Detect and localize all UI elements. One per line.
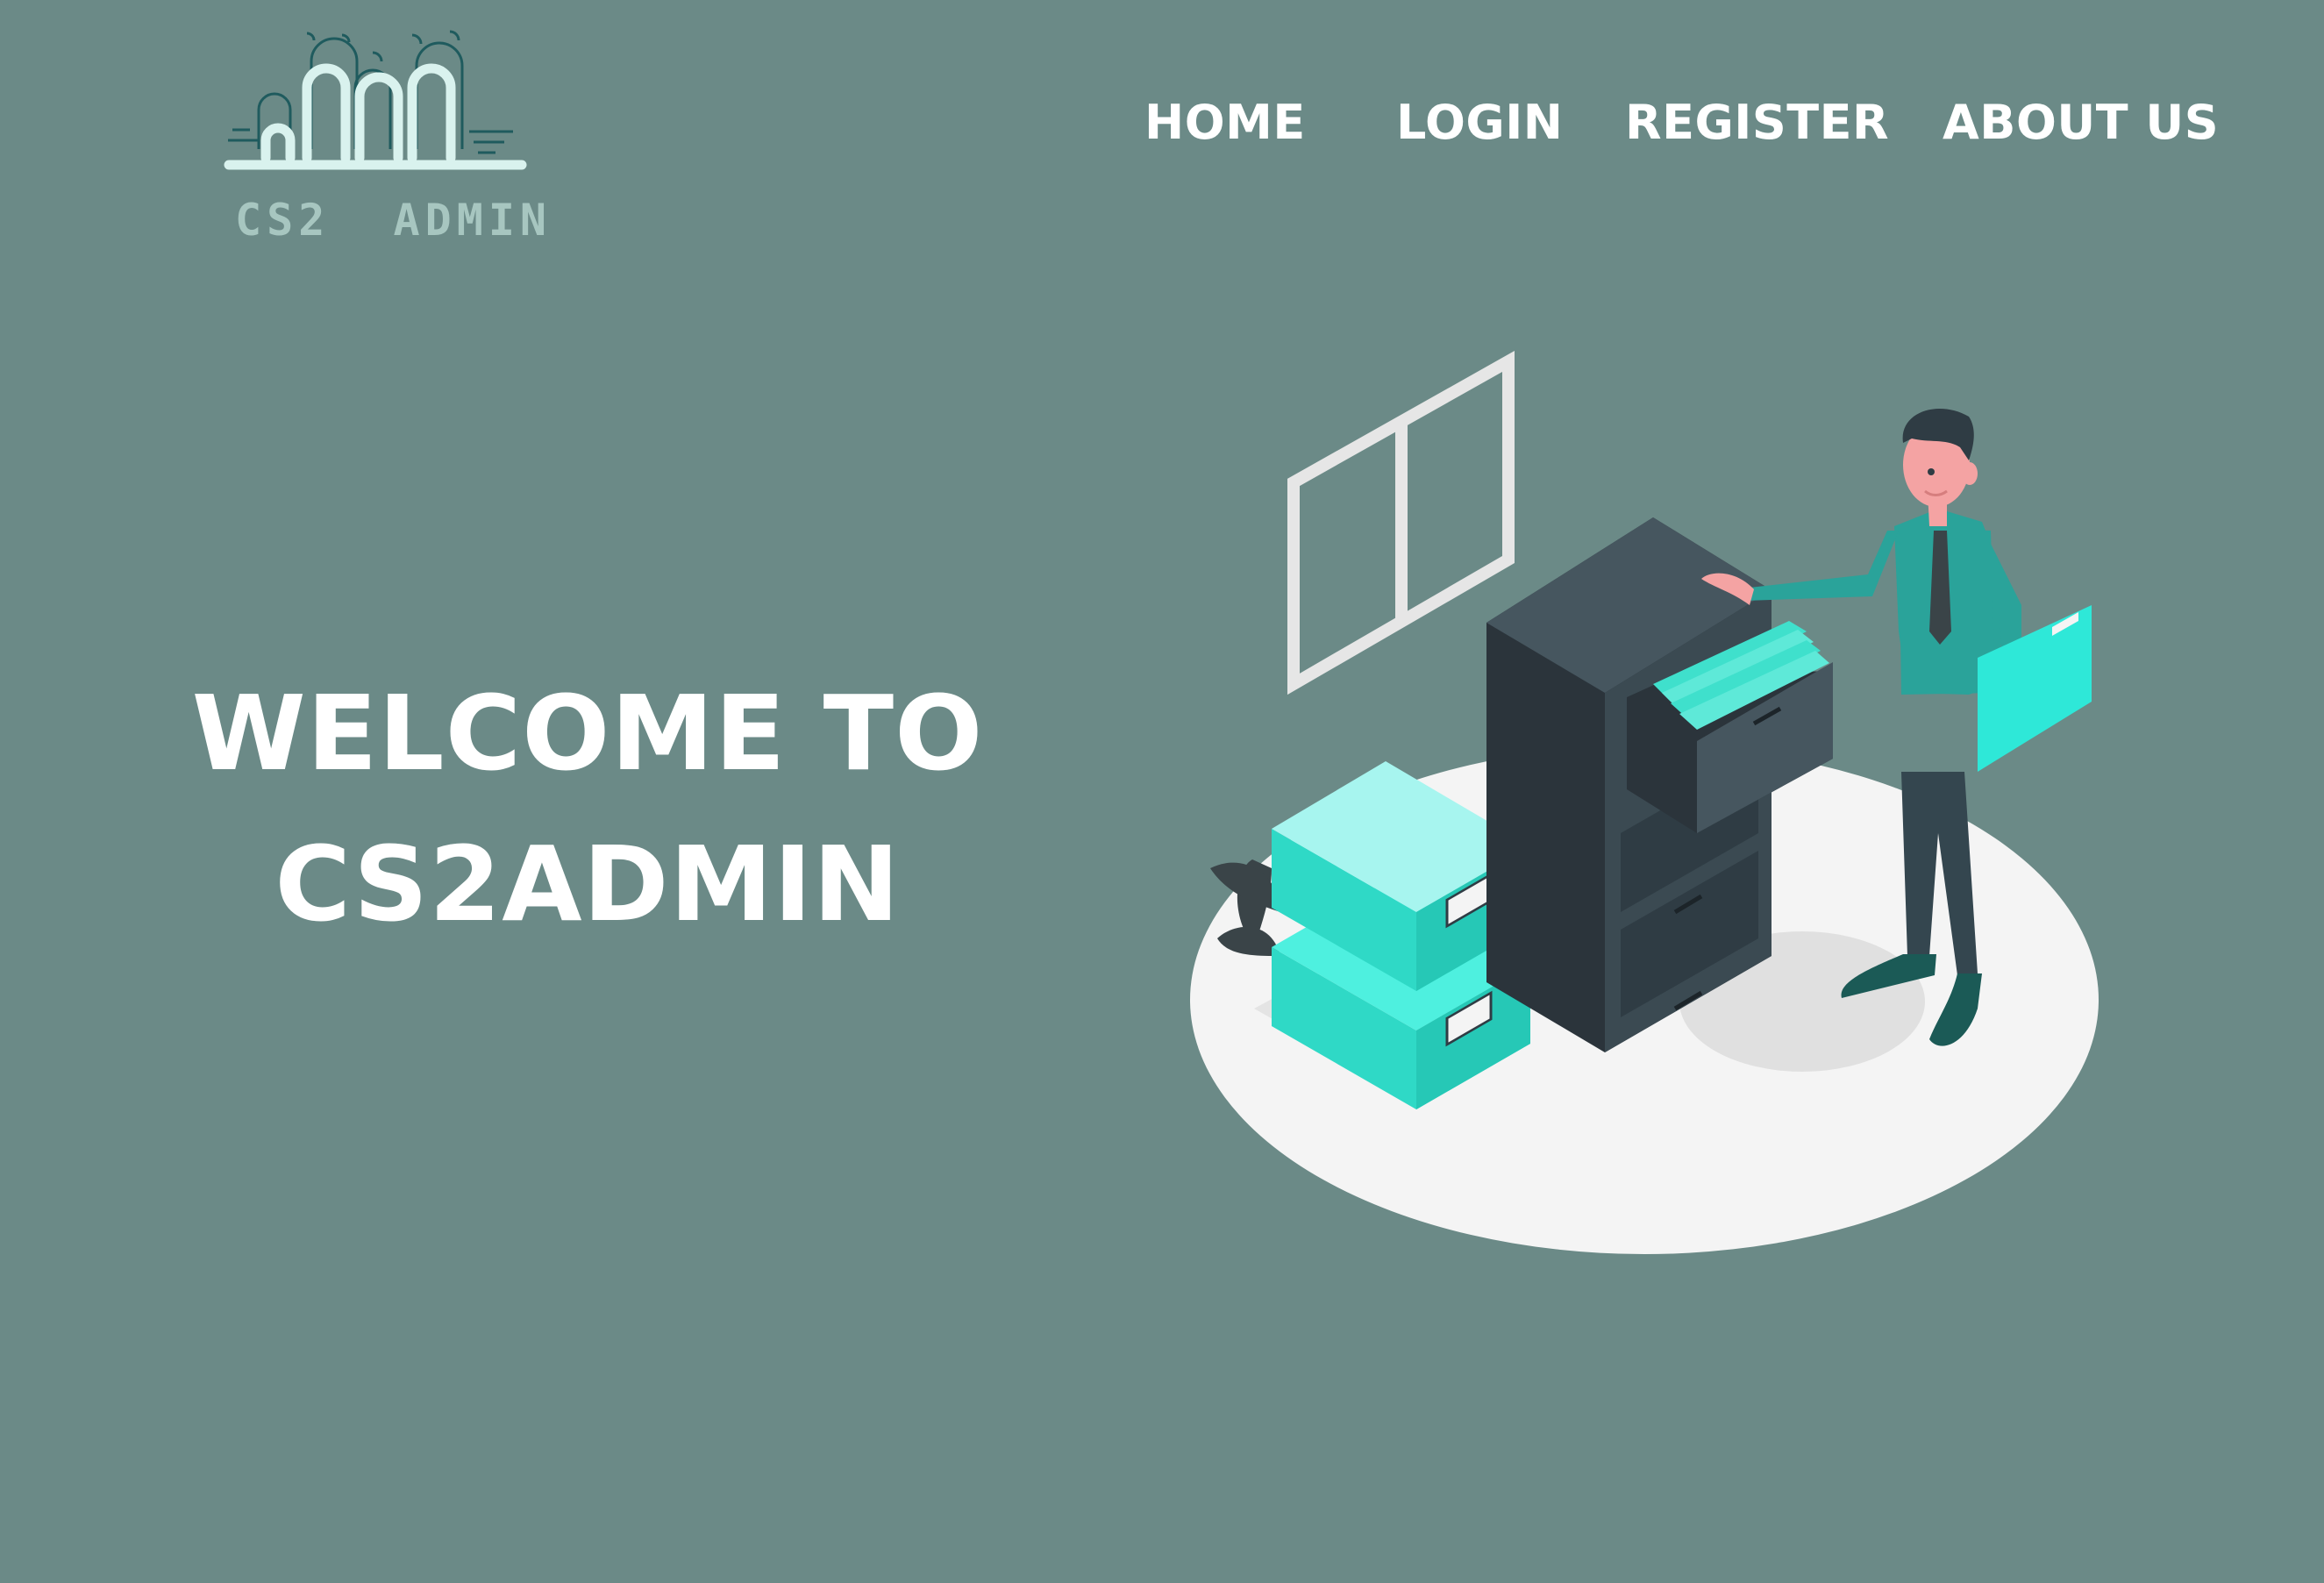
hero-line-1: WELCOME TO (191, 673, 984, 794)
hero-heading: WELCOME TO CS2ADMIN (175, 658, 1000, 959)
hero-illustration (1175, 342, 2122, 1272)
hero-line-2: CS2ADMIN (274, 824, 901, 945)
nav-register-link[interactable]: REGISTER (1625, 95, 1889, 150)
nav-about-us-link[interactable]: ABOUT US (1943, 95, 2219, 150)
main-nav: HOME LOGIN REGISTER ABOUT US (0, 95, 2324, 165)
nav-login-link[interactable]: LOGIN (1396, 95, 1564, 150)
nav-home-link[interactable]: HOME (1144, 95, 1306, 150)
person-filing-cabinet-illustration-icon (1190, 351, 2099, 1254)
brand-name: CS2 ADMIN (235, 195, 552, 246)
